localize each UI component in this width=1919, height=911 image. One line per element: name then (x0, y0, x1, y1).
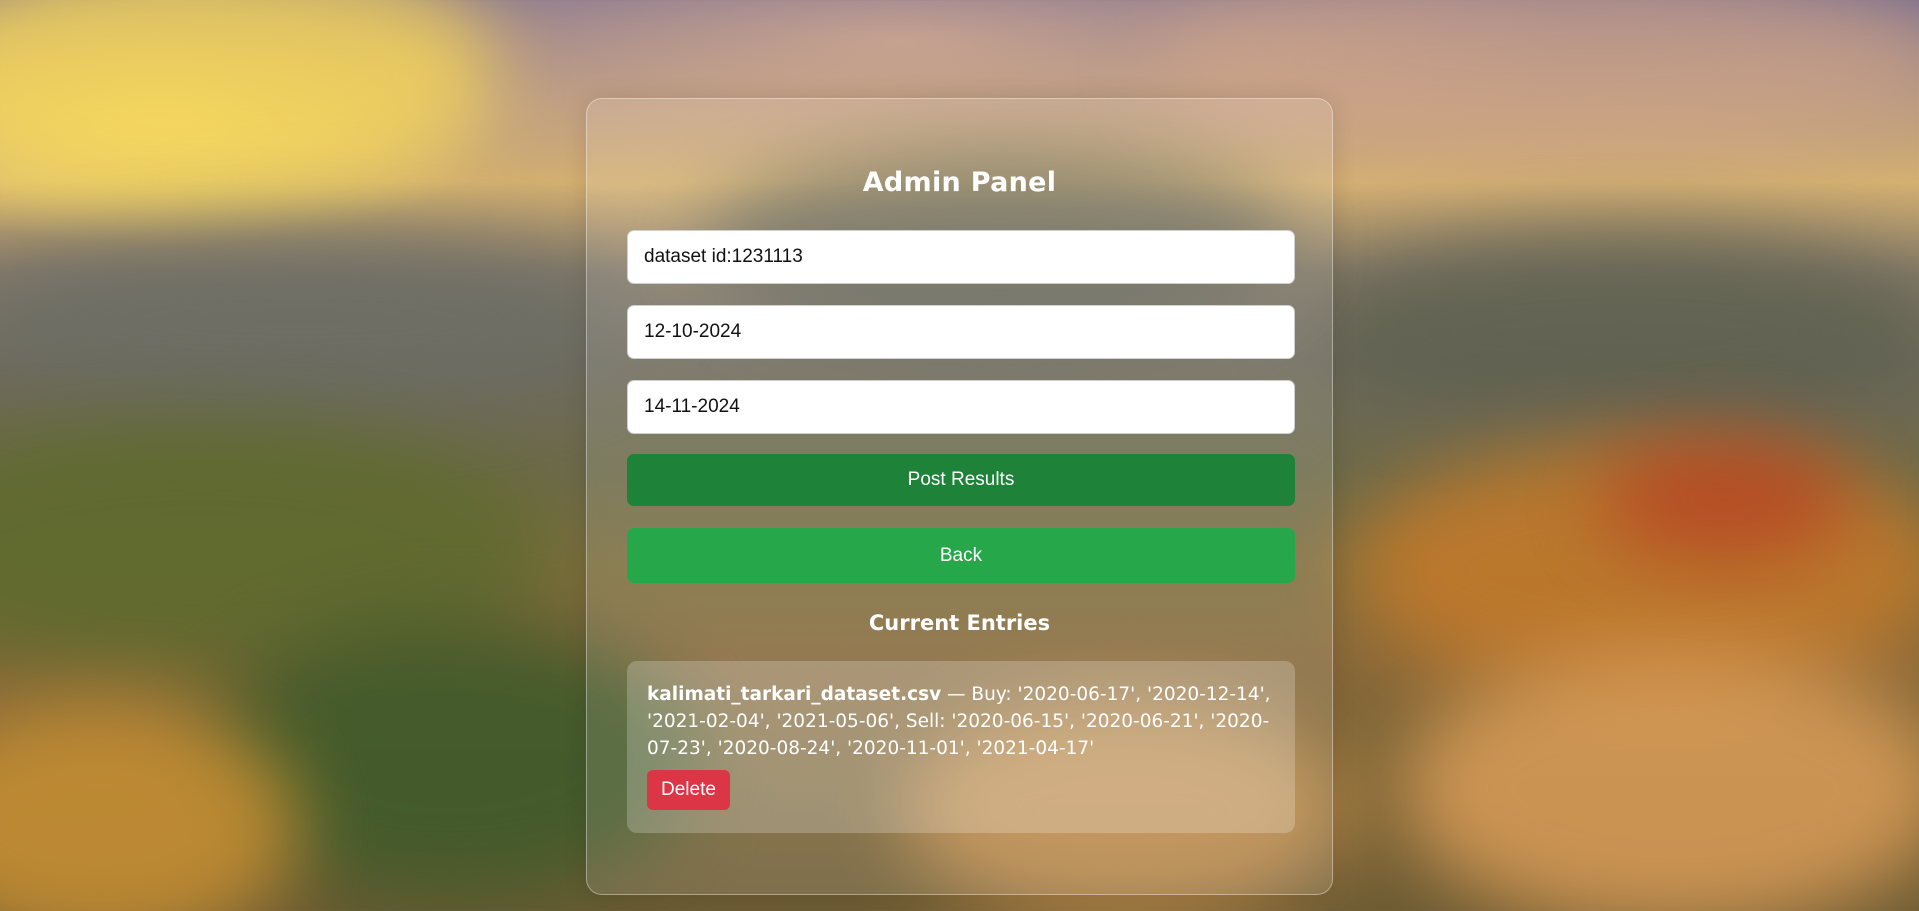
entry-description: kalimati_tarkari_dataset.csv — Buy: '202… (647, 681, 1275, 762)
dataset-id-input[interactable] (627, 230, 1295, 284)
back-button[interactable]: Back (627, 528, 1295, 583)
entry-filename: kalimati_tarkari_dataset.csv (647, 684, 942, 705)
post-results-button[interactable]: Post Results (627, 454, 1295, 506)
page-title: Admin Panel (862, 167, 1057, 198)
entries-heading: Current Entries (868, 611, 1051, 635)
delete-button[interactable]: Delete (647, 770, 730, 810)
admin-panel: Admin Panel Post Results Back Current En… (586, 98, 1333, 895)
start-date-input[interactable] (627, 305, 1295, 359)
end-date-input[interactable] (627, 380, 1295, 434)
list-item: kalimati_tarkari_dataset.csv — Buy: '202… (627, 661, 1295, 833)
